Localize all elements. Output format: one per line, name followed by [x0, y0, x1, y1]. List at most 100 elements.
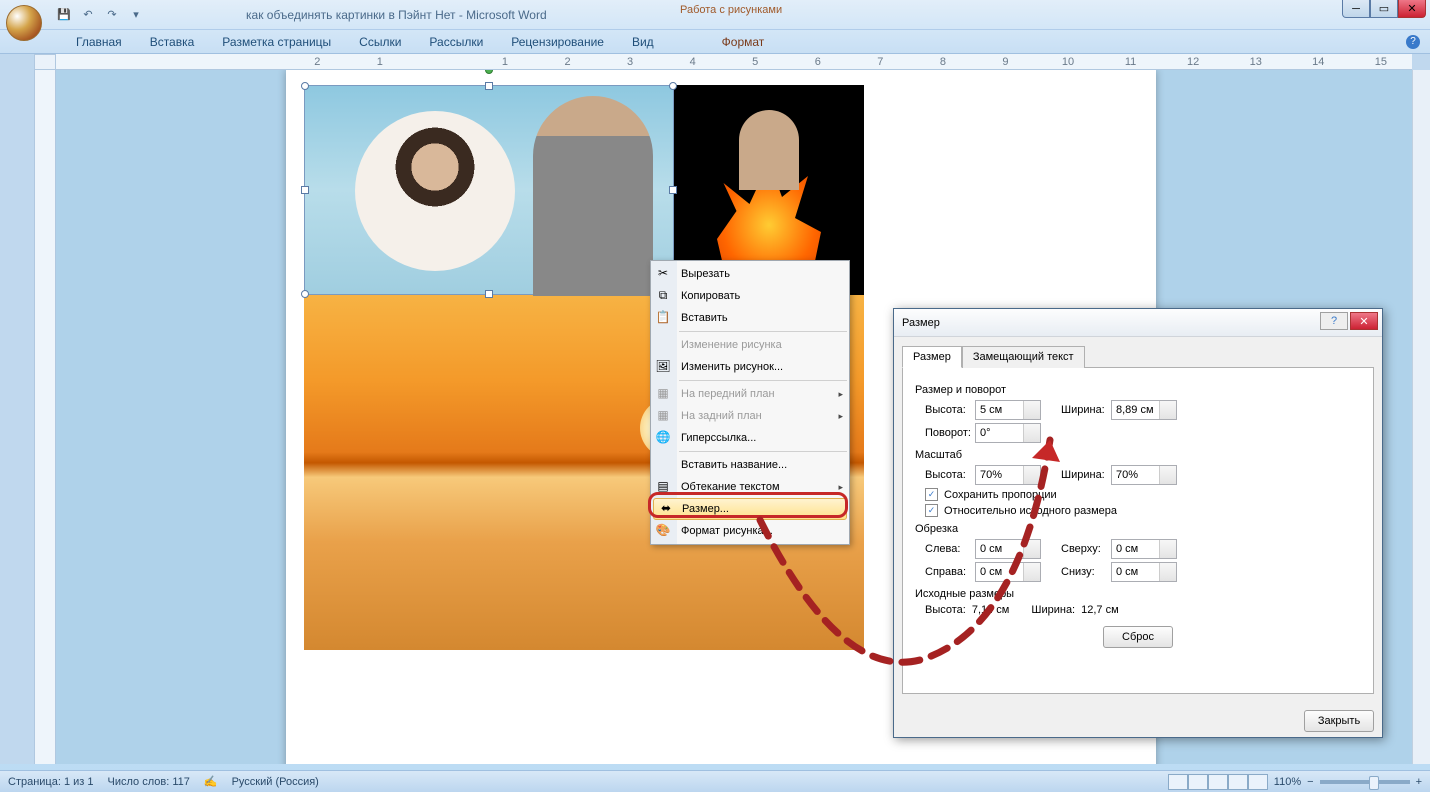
resize-handle[interactable] — [669, 186, 677, 194]
checkbox-lock-aspect[interactable]: ✓Сохранить пропорции — [915, 488, 1361, 501]
contextual-tab-title: Работа с рисунками — [670, 0, 792, 20]
redo-icon[interactable]: ↷ — [102, 5, 122, 25]
view-buttons[interactable] — [1168, 774, 1268, 790]
horizontal-ruler[interactable]: 21123456789101112131415 — [56, 54, 1412, 70]
rotate-input[interactable]: 0°▲▼ — [975, 423, 1041, 443]
minimize-button[interactable]: ─ — [1342, 0, 1370, 18]
dialog-help-button[interactable]: ? — [1320, 312, 1348, 330]
bring-front-icon: ▦ — [655, 386, 671, 402]
ribbon-tab[interactable]: Вид — [626, 31, 660, 53]
menu-text-wrap[interactable]: ▤Обтекание текстом — [651, 476, 849, 498]
group-crop: Обрезка — [915, 523, 1361, 535]
window-controls: ─ ▭ ✕ — [1342, 0, 1426, 18]
label-scale-width: Ширина: — [1041, 469, 1111, 481]
group-original: Исходные размеры — [915, 588, 1361, 600]
zoom-slider[interactable] — [1320, 780, 1410, 784]
checkbox-relative-original[interactable]: ✓Относительно исходного размера — [915, 504, 1361, 517]
zoom-out-icon[interactable]: − — [1307, 776, 1313, 788]
size-icon: ⬌ — [658, 501, 674, 517]
menu-cut[interactable]: ✂Вырезать — [651, 263, 849, 285]
word-window: 💾 ↶ ↷ ▾ как объединять картинки в Пэйнт … — [0, 0, 1430, 792]
ribbon-tab[interactable]: Разметка страницы — [216, 31, 337, 53]
send-back-icon: ▦ — [655, 408, 671, 424]
format-icon: 🎨 — [655, 523, 671, 539]
rotate-handle[interactable] — [485, 70, 493, 74]
height-input[interactable]: 5 см▲▼ — [975, 400, 1041, 420]
crop-left-input[interactable]: 0 см▲▼ — [975, 539, 1041, 559]
circle-portrait-graphic — [355, 111, 515, 271]
tab-alt-text[interactable]: Замещающий текст — [962, 346, 1085, 368]
proofing-icon[interactable]: ✍ — [204, 775, 218, 788]
label-crop-bottom: Снизу: — [1041, 566, 1111, 578]
dialog-close-button[interactable]: ✕ — [1350, 312, 1378, 330]
reset-button[interactable]: Сброс — [1103, 626, 1173, 648]
resize-handle[interactable] — [301, 186, 309, 194]
ribbon-tab[interactable]: Вставка — [144, 31, 201, 53]
status-words[interactable]: Число слов: 117 — [108, 776, 190, 788]
resize-handle[interactable] — [301, 82, 309, 90]
qat-dropdown-icon[interactable]: ▾ — [126, 5, 146, 25]
menu-hyperlink[interactable]: 🌐Гиперссылка... — [651, 427, 849, 449]
orig-width-value: 12,7 см — [1081, 604, 1119, 616]
resize-handle[interactable] — [485, 82, 493, 90]
status-bar: Страница: 1 из 1 Число слов: 117 ✍ Русск… — [0, 770, 1430, 792]
ribbon-tab[interactable]: Главная — [70, 31, 128, 53]
zoom-in-icon[interactable]: + — [1416, 776, 1422, 788]
status-page[interactable]: Страница: 1 из 1 — [8, 776, 94, 788]
document-title: как объединять картинки в Пэйнт Нет - Mi… — [246, 8, 547, 22]
scale-width-input[interactable]: 70%▲▼ — [1111, 465, 1177, 485]
help-icon[interactable]: ? — [1406, 35, 1420, 49]
vertical-ruler[interactable] — [34, 70, 56, 764]
resize-handle[interactable] — [669, 82, 677, 90]
menu-size[interactable]: ⬌Размер... — [653, 498, 847, 520]
dialog-titlebar[interactable]: Размер ? ✕ — [894, 309, 1382, 337]
cut-icon: ✂ — [655, 266, 671, 282]
label-crop-top: Сверху: — [1041, 543, 1111, 555]
menu-insert-caption[interactable]: Вставить название... — [651, 454, 849, 476]
copy-icon: ⧉ — [655, 288, 671, 304]
label-crop-right: Справа: — [915, 566, 975, 578]
crop-top-input[interactable]: 0 см▲▼ — [1111, 539, 1177, 559]
menu-format-picture[interactable]: 🎨Формат рисунка... — [651, 520, 849, 542]
paste-icon: 📋 — [655, 310, 671, 326]
resize-handle[interactable] — [301, 290, 309, 298]
menu-copy[interactable]: ⧉Копировать — [651, 285, 849, 307]
label-rotate: Поворот: — [915, 427, 975, 439]
tab-size[interactable]: Размер — [902, 346, 962, 368]
label-crop-left: Слева: — [915, 543, 975, 555]
menu-paste[interactable]: 📋Вставить — [651, 307, 849, 329]
ribbon-tab[interactable]: Рассылки — [423, 31, 489, 53]
orig-height-label: Высота: — [925, 604, 966, 616]
titlebar: 💾 ↶ ↷ ▾ как объединять картинки в Пэйнт … — [0, 0, 1430, 30]
office-button[interactable] — [6, 5, 42, 41]
menu-change-image[interactable]: 🖼Изменить рисунок... — [651, 356, 849, 378]
crop-bottom-input[interactable]: 0 см▲▼ — [1111, 562, 1177, 582]
width-input[interactable]: 8,89 см▲▼ — [1111, 400, 1177, 420]
close-dialog-button[interactable]: Закрыть — [1304, 710, 1374, 732]
person-graphic — [533, 96, 653, 296]
ribbon-tab[interactable]: Ссылки — [353, 31, 407, 53]
maximize-button[interactable]: ▭ — [1370, 0, 1398, 18]
context-menu: ✂Вырезать ⧉Копировать 📋Вставить Изменени… — [650, 260, 850, 545]
group-scale: Масштаб — [915, 449, 1361, 461]
crop-right-input[interactable]: 0 см▲▼ — [975, 562, 1041, 582]
group-size-rotate: Размер и поворот — [915, 384, 1361, 396]
orig-height-value: 7,14 см — [972, 604, 1010, 616]
ribbon-tab[interactable]: Рецензирование — [505, 31, 610, 53]
status-language[interactable]: Русский (Россия) — [232, 776, 319, 788]
label-width: Ширина: — [1041, 404, 1111, 416]
quick-access-toolbar: 💾 ↶ ↷ ▾ — [6, 0, 146, 33]
close-button[interactable]: ✕ — [1398, 0, 1426, 18]
picture-icon: 🖼 — [655, 359, 671, 375]
resize-handle[interactable] — [485, 290, 493, 298]
menu-bring-front: ▦На передний план — [651, 383, 849, 405]
selected-image[interactable] — [304, 85, 674, 295]
zoom-level[interactable]: 110% — [1274, 776, 1301, 788]
save-icon[interactable]: 💾 — [54, 5, 74, 25]
ruler-corner — [34, 54, 56, 70]
vertical-scrollbar[interactable] — [1412, 70, 1430, 764]
undo-icon[interactable]: ↶ — [78, 5, 98, 25]
link-icon: 🌐 — [655, 430, 671, 446]
menu-edit-image: Изменение рисунка — [651, 334, 849, 356]
scale-height-input[interactable]: 70%▲▼ — [975, 465, 1041, 485]
